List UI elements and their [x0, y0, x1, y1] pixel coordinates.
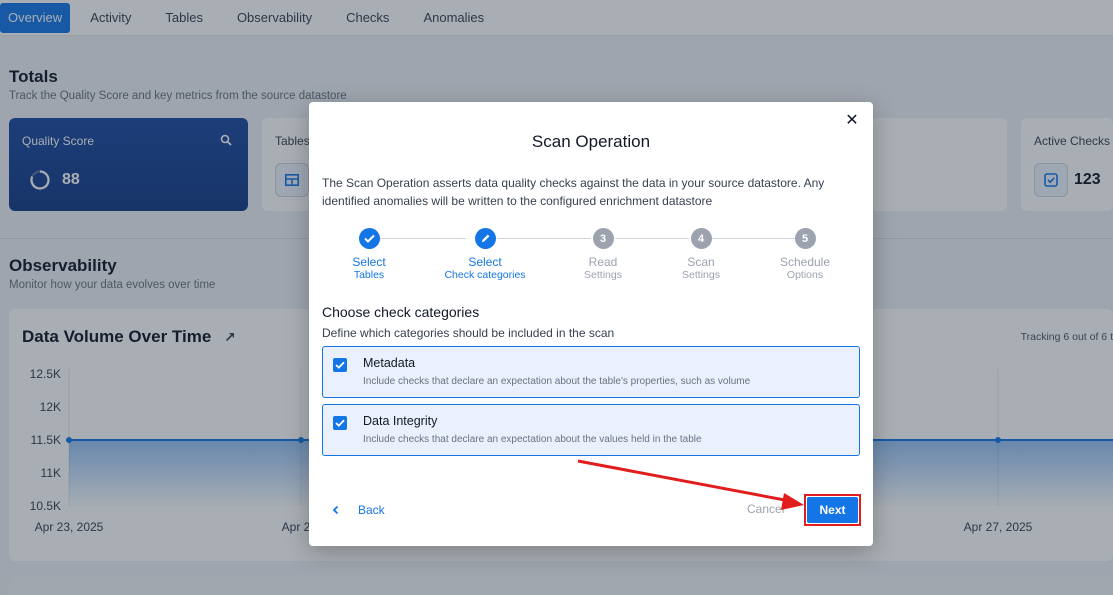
annotation-arrow [577, 459, 804, 510]
